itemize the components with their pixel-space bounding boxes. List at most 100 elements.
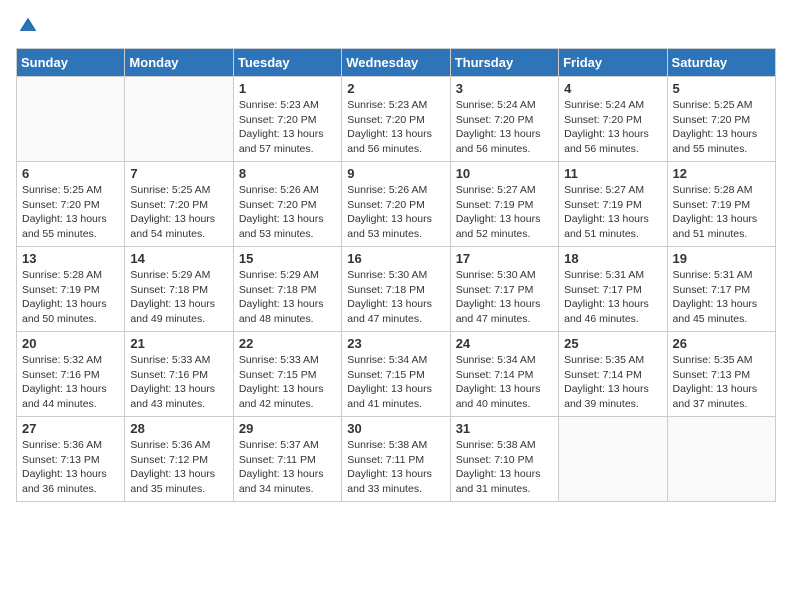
day-info: Sunrise: 5:34 AM Sunset: 7:14 PM Dayligh…	[456, 353, 553, 412]
day-info: Sunrise: 5:26 AM Sunset: 7:20 PM Dayligh…	[347, 183, 444, 242]
day-number: 8	[239, 166, 336, 181]
week-row-3: 13 Sunrise: 5:28 AM Sunset: 7:19 PM Dayli…	[17, 247, 776, 332]
calendar-cell: 24 Sunrise: 5:34 AM Sunset: 7:14 PM Dayli…	[450, 332, 558, 417]
calendar-cell: 4 Sunrise: 5:24 AM Sunset: 7:20 PM Daylig…	[559, 77, 667, 162]
day-number: 23	[347, 336, 444, 351]
calendar-cell	[125, 77, 233, 162]
day-info: Sunrise: 5:26 AM Sunset: 7:20 PM Dayligh…	[239, 183, 336, 242]
calendar-cell: 22 Sunrise: 5:33 AM Sunset: 7:15 PM Dayli…	[233, 332, 341, 417]
calendar-cell: 18 Sunrise: 5:31 AM Sunset: 7:17 PM Dayli…	[559, 247, 667, 332]
calendar-header-sunday: Sunday	[17, 49, 125, 77]
day-number: 4	[564, 81, 661, 96]
day-info: Sunrise: 5:34 AM Sunset: 7:15 PM Dayligh…	[347, 353, 444, 412]
calendar-cell: 2Sunrise: 5:23 AM Sunset: 7:20 PM Daylig…	[342, 77, 450, 162]
day-info: Sunrise: 5:27 AM Sunset: 7:19 PM Dayligh…	[564, 183, 661, 242]
day-info: Sunrise: 5:38 AM Sunset: 7:11 PM Dayligh…	[347, 438, 444, 497]
day-info: Sunrise: 5:25 AM Sunset: 7:20 PM Dayligh…	[130, 183, 227, 242]
week-row-4: 20 Sunrise: 5:32 AM Sunset: 7:16 PM Dayli…	[17, 332, 776, 417]
calendar-cell: 21 Sunrise: 5:33 AM Sunset: 7:16 PM Dayli…	[125, 332, 233, 417]
day-info: Sunrise: 5:29 AM Sunset: 7:18 PM Dayligh…	[130, 268, 227, 327]
calendar-cell: 15 Sunrise: 5:29 AM Sunset: 7:18 PM Dayli…	[233, 247, 341, 332]
day-number: 28	[130, 421, 227, 436]
logo-icon	[18, 16, 38, 36]
day-info: Sunrise: 5:31 AM Sunset: 7:17 PM Dayligh…	[673, 268, 770, 327]
day-number: 31	[456, 421, 553, 436]
day-info: Sunrise: 5:29 AM Sunset: 7:18 PM Dayligh…	[239, 268, 336, 327]
calendar-cell: 5Sunrise: 5:25 AM Sunset: 7:20 PM Daylig…	[667, 77, 775, 162]
calendar-cell: 7 Sunrise: 5:25 AM Sunset: 7:20 PM Daylig…	[125, 162, 233, 247]
day-info: Sunrise: 5:31 AM Sunset: 7:17 PM Dayligh…	[564, 268, 661, 327]
day-number: 25	[564, 336, 661, 351]
calendar-cell: 17 Sunrise: 5:30 AM Sunset: 7:17 PM Dayli…	[450, 247, 558, 332]
day-number: 15	[239, 251, 336, 266]
day-info: Sunrise: 5:32 AM Sunset: 7:16 PM Dayligh…	[22, 353, 119, 412]
day-info: Sunrise: 5:25 AM Sunset: 7:20 PM Dayligh…	[673, 98, 770, 157]
day-number: 24	[456, 336, 553, 351]
day-number: 29	[239, 421, 336, 436]
calendar-cell: 6 Sunrise: 5:25 AM Sunset: 7:20 PM Daylig…	[17, 162, 125, 247]
day-number: 17	[456, 251, 553, 266]
day-number: 26	[673, 336, 770, 351]
day-number: 7	[130, 166, 227, 181]
day-info: Sunrise: 5:25 AM Sunset: 7:20 PM Dayligh…	[22, 183, 119, 242]
calendar-cell: 16 Sunrise: 5:30 AM Sunset: 7:18 PM Dayli…	[342, 247, 450, 332]
day-info: Sunrise: 5:38 AM Sunset: 7:10 PM Dayligh…	[456, 438, 553, 497]
calendar-cell: 3Sunrise: 5:24 AM Sunset: 7:20 PM Daylig…	[450, 77, 558, 162]
calendar-header-wednesday: Wednesday	[342, 49, 450, 77]
day-number: 21	[130, 336, 227, 351]
day-info: Sunrise: 5:28 AM Sunset: 7:19 PM Dayligh…	[673, 183, 770, 242]
calendar-header-monday: Monday	[125, 49, 233, 77]
calendar-cell: 28 Sunrise: 5:36 AM Sunset: 7:12 PM Dayli…	[125, 417, 233, 502]
day-info: Sunrise: 5:33 AM Sunset: 7:15 PM Dayligh…	[239, 353, 336, 412]
day-number: 6	[22, 166, 119, 181]
calendar-cell: 29 Sunrise: 5:37 AM Sunset: 7:11 PM Dayli…	[233, 417, 341, 502]
day-number: 9	[347, 166, 444, 181]
calendar-cell: 30Sunrise: 5:38 AM Sunset: 7:11 PM Dayli…	[342, 417, 450, 502]
calendar-cell	[667, 417, 775, 502]
day-number: 20	[22, 336, 119, 351]
day-number: 14	[130, 251, 227, 266]
day-number: 22	[239, 336, 336, 351]
day-info: Sunrise: 5:36 AM Sunset: 7:12 PM Dayligh…	[130, 438, 227, 497]
calendar-cell: 26 Sunrise: 5:35 AM Sunset: 7:13 PM Dayli…	[667, 332, 775, 417]
day-number: 18	[564, 251, 661, 266]
day-number: 19	[673, 251, 770, 266]
calendar-header-row: SundayMondayTuesdayWednesdayThursdayFrid…	[17, 49, 776, 77]
calendar-cell	[559, 417, 667, 502]
calendar-header-friday: Friday	[559, 49, 667, 77]
day-info: Sunrise: 5:35 AM Sunset: 7:13 PM Dayligh…	[673, 353, 770, 412]
day-number: 10	[456, 166, 553, 181]
calendar-cell: 14 Sunrise: 5:29 AM Sunset: 7:18 PM Dayli…	[125, 247, 233, 332]
calendar-cell: 1Sunrise: 5:23 AM Sunset: 7:20 PM Daylig…	[233, 77, 341, 162]
day-number: 27	[22, 421, 119, 436]
calendar-cell: 12 Sunrise: 5:28 AM Sunset: 7:19 PM Dayli…	[667, 162, 775, 247]
day-number: 16	[347, 251, 444, 266]
day-number: 1	[239, 81, 336, 96]
day-info: Sunrise: 5:30 AM Sunset: 7:17 PM Dayligh…	[456, 268, 553, 327]
calendar-table: SundayMondayTuesdayWednesdayThursdayFrid…	[16, 48, 776, 502]
calendar-cell: 8 Sunrise: 5:26 AM Sunset: 7:20 PM Daylig…	[233, 162, 341, 247]
calendar-cell: 10Sunrise: 5:27 AM Sunset: 7:19 PM Dayli…	[450, 162, 558, 247]
day-number: 11	[564, 166, 661, 181]
calendar-cell: 25Sunrise: 5:35 AM Sunset: 7:14 PM Dayli…	[559, 332, 667, 417]
day-info: Sunrise: 5:23 AM Sunset: 7:20 PM Dayligh…	[347, 98, 444, 157]
calendar-cell: 31 Sunrise: 5:38 AM Sunset: 7:10 PM Dayli…	[450, 417, 558, 502]
calendar-cell: 19 Sunrise: 5:31 AM Sunset: 7:17 PM Dayli…	[667, 247, 775, 332]
calendar-header-saturday: Saturday	[667, 49, 775, 77]
day-info: Sunrise: 5:28 AM Sunset: 7:19 PM Dayligh…	[22, 268, 119, 327]
day-info: Sunrise: 5:37 AM Sunset: 7:11 PM Dayligh…	[239, 438, 336, 497]
day-info: Sunrise: 5:30 AM Sunset: 7:18 PM Dayligh…	[347, 268, 444, 327]
day-info: Sunrise: 5:33 AM Sunset: 7:16 PM Dayligh…	[130, 353, 227, 412]
day-info: Sunrise: 5:24 AM Sunset: 7:20 PM Dayligh…	[564, 98, 661, 157]
calendar-cell: 13 Sunrise: 5:28 AM Sunset: 7:19 PM Dayli…	[17, 247, 125, 332]
week-row-5: 27Sunrise: 5:36 AM Sunset: 7:13 PM Dayli…	[17, 417, 776, 502]
week-row-2: 6 Sunrise: 5:25 AM Sunset: 7:20 PM Daylig…	[17, 162, 776, 247]
calendar-cell: 20 Sunrise: 5:32 AM Sunset: 7:16 PM Dayli…	[17, 332, 125, 417]
day-number: 12	[673, 166, 770, 181]
day-number: 13	[22, 251, 119, 266]
calendar-header-thursday: Thursday	[450, 49, 558, 77]
calendar-cell: 27Sunrise: 5:36 AM Sunset: 7:13 PM Dayli…	[17, 417, 125, 502]
week-row-1: 1 Sunrise: 5:23 AM Sunset: 7:20 PM Daylig…	[17, 77, 776, 162]
logo	[16, 16, 38, 36]
calendar-cell: 11 Sunrise: 5:27 AM Sunset: 7:19 PM Dayli…	[559, 162, 667, 247]
